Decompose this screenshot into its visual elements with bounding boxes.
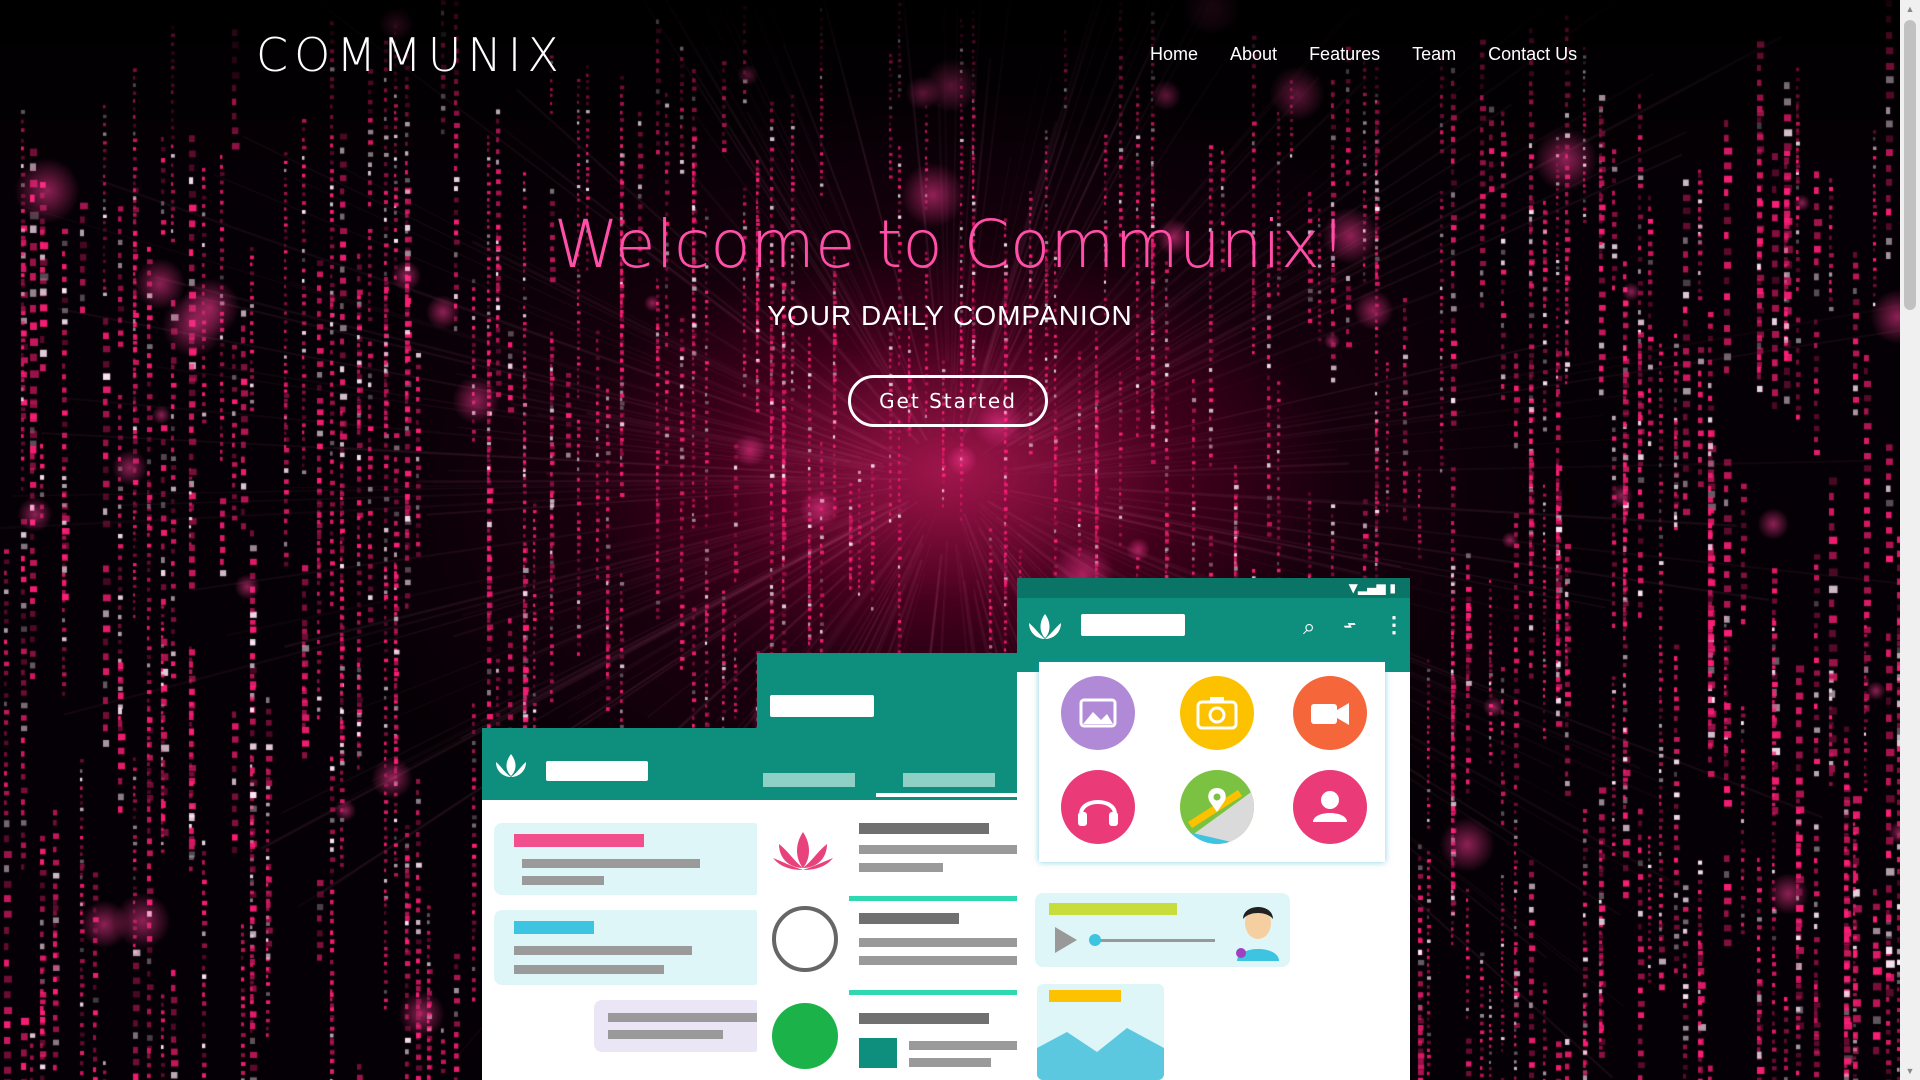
- more-options-icon: ⋮: [1383, 612, 1405, 637]
- nav-features[interactable]: Features: [1309, 44, 1380, 65]
- tab-placeholder: [763, 773, 855, 787]
- signal-icon: ▼▂▄▆ ▮: [1348, 581, 1396, 595]
- scroll-down-icon[interactable]: ▼: [1900, 1062, 1920, 1080]
- nav-about[interactable]: About: [1230, 44, 1277, 65]
- avatar: [772, 1003, 838, 1069]
- divider: [849, 896, 1022, 901]
- nav-contact-us[interactable]: Contact Us: [1488, 44, 1577, 65]
- headphones-icon: [1061, 770, 1135, 844]
- header-title-placeholder: [1081, 614, 1185, 636]
- text-line: [909, 1041, 1022, 1050]
- page-scrollbar[interactable]: ▲ ▼: [1900, 0, 1920, 1080]
- map-pin-icon: [1180, 770, 1254, 844]
- lotus-icon: [1023, 610, 1067, 642]
- image-thumbnail: [859, 1038, 897, 1068]
- avatar: [1233, 899, 1283, 961]
- attachment-menu: [1039, 662, 1385, 862]
- text-line: [909, 1058, 991, 1067]
- scrollbar-thumb[interactable]: [1904, 20, 1916, 310]
- main-nav: Home About Features Team Contact Us: [1150, 44, 1609, 65]
- nav-home[interactable]: Home: [1150, 44, 1198, 65]
- text-line: [859, 863, 943, 872]
- bubble-highlight: [1049, 903, 1177, 915]
- bubble-highlight: [1049, 990, 1121, 1002]
- header-title-placeholder: [546, 761, 648, 781]
- hero-title: Welcome to Communix!: [553, 206, 1347, 283]
- chat-bubble-reply: [594, 1000, 762, 1052]
- list-title-line: [859, 1013, 989, 1024]
- search-icon: ⌕: [1303, 614, 1316, 639]
- audio-progress-knob: [1089, 934, 1101, 946]
- bubble-highlight: [514, 921, 594, 934]
- text-line: [522, 876, 604, 885]
- text-line: [608, 1030, 723, 1039]
- tab-placeholder: [903, 773, 995, 787]
- scroll-up-icon[interactable]: ▲: [1900, 0, 1920, 18]
- header-title-placeholder: [770, 695, 874, 717]
- nav-team[interactable]: Team: [1412, 44, 1456, 65]
- user-icon: [1293, 770, 1367, 844]
- phone-mockup-attachments: ▼▂▄▆ ▮ ⌕ ⌁ ⋮: [1017, 578, 1410, 1080]
- brand-logo[interactable]: COMMUNIX: [256, 28, 565, 82]
- phone-mockup-list: [757, 653, 1022, 1080]
- lotus-icon: [771, 828, 835, 872]
- voice-message-bubble: [1035, 893, 1290, 967]
- text-line: [859, 845, 1022, 854]
- list-title-line: [859, 913, 959, 924]
- text-line: [514, 965, 664, 974]
- landscape-icon: [1037, 1028, 1164, 1080]
- text-line: [859, 938, 1022, 947]
- image-icon: [1061, 676, 1135, 750]
- video-icon: [1293, 676, 1367, 750]
- image-message-bubble: [1037, 984, 1164, 1080]
- text-line: [522, 859, 700, 868]
- camera-icon: [1180, 676, 1254, 750]
- phone-mockup-chat: [482, 728, 762, 1080]
- divider: [849, 990, 1022, 995]
- text-line: [608, 1013, 758, 1022]
- play-icon: [1055, 927, 1077, 953]
- text-line: [859, 956, 1022, 965]
- text-line: [514, 946, 692, 955]
- bubble-highlight: [514, 834, 644, 847]
- audio-progress-track: [1095, 939, 1215, 942]
- tab-indicator: [876, 793, 1022, 797]
- lotus-icon: [490, 750, 532, 780]
- list-title-line: [859, 823, 989, 834]
- hero-subtitle: YOUR DAILY COMPANION: [767, 300, 1133, 331]
- get-started-button[interactable]: Get Started: [848, 375, 1048, 427]
- avatar: [772, 906, 838, 972]
